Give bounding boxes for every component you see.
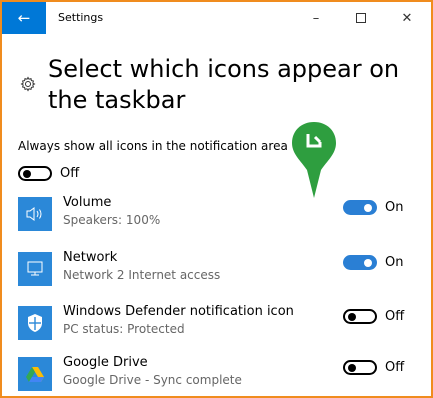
- windows-defender-toggle[interactable]: [343, 309, 377, 324]
- list-item-windows-defender: Windows Defender notification icon PC st…: [18, 304, 423, 346]
- always-show-toggle[interactable]: [18, 165, 52, 181]
- settings-window: ← Settings – ✕ Select which icons appear…: [0, 0, 433, 398]
- window-title: Settings: [58, 11, 104, 24]
- toggle-knob: [364, 259, 372, 267]
- list-item-volume: Volume Speakers: 100% On: [18, 195, 423, 237]
- master-toggle-label: Always show all icons in the notificatio…: [18, 139, 288, 153]
- toggle-wrap: On: [343, 255, 403, 270]
- maximize-button[interactable]: [344, 6, 378, 30]
- app-icon-tile: [18, 306, 52, 340]
- gear-icon: [20, 76, 36, 92]
- item-state: Off: [385, 360, 405, 375]
- close-button[interactable]: ✕: [390, 6, 424, 30]
- toggle-wrap: Off: [343, 309, 404, 324]
- item-status: Google Drive - Sync complete: [63, 373, 242, 387]
- monitor-icon: [27, 261, 43, 276]
- google-drive-toggle[interactable]: [343, 360, 377, 375]
- item-status: Speakers: 100%: [63, 213, 161, 227]
- master-toggle-row: Off: [18, 162, 79, 184]
- toggle-wrap: Off: [343, 360, 404, 375]
- toggle-knob: [364, 204, 372, 212]
- app-icon-tile: [18, 357, 52, 391]
- page-title: Select which icons appear on the taskbar: [48, 55, 400, 114]
- back-button[interactable]: ←: [2, 2, 46, 34]
- item-name: Network: [63, 250, 118, 265]
- item-name: Google Drive: [63, 355, 148, 370]
- toggle-knob: [348, 313, 356, 321]
- speaker-icon: [26, 207, 42, 221]
- maximize-icon: [356, 13, 366, 23]
- item-status: Network 2 Internet access: [63, 268, 221, 282]
- item-state: Off: [385, 309, 405, 324]
- master-toggle-state: Off: [60, 165, 80, 181]
- item-state: On: [385, 255, 404, 270]
- app-icon-tile: [18, 252, 52, 286]
- network-toggle[interactable]: [343, 255, 377, 270]
- toggle-knob: [348, 364, 356, 372]
- minimize-button[interactable]: –: [299, 6, 333, 30]
- volume-toggle[interactable]: [343, 200, 377, 215]
- item-name: Windows Defender notification icon: [63, 304, 294, 319]
- app-icon-tile: [18, 197, 52, 231]
- item-state: On: [385, 200, 404, 215]
- toggle-wrap: On: [343, 200, 403, 215]
- list-item-google-drive: Google Drive Google Drive - Sync complet…: [18, 355, 423, 396]
- google-drive-icon: [26, 367, 44, 382]
- item-name: Volume: [63, 195, 112, 210]
- pin-badge-icon: [292, 122, 336, 198]
- title-bar: ← Settings – ✕: [2, 2, 431, 34]
- shield-icon: [28, 314, 42, 332]
- list-item-network: Network Network 2 Internet access On: [18, 250, 423, 292]
- toggle-knob: [23, 169, 31, 178]
- arrow-left-icon: ←: [17, 9, 31, 27]
- item-status: PC status: Protected: [63, 322, 185, 336]
